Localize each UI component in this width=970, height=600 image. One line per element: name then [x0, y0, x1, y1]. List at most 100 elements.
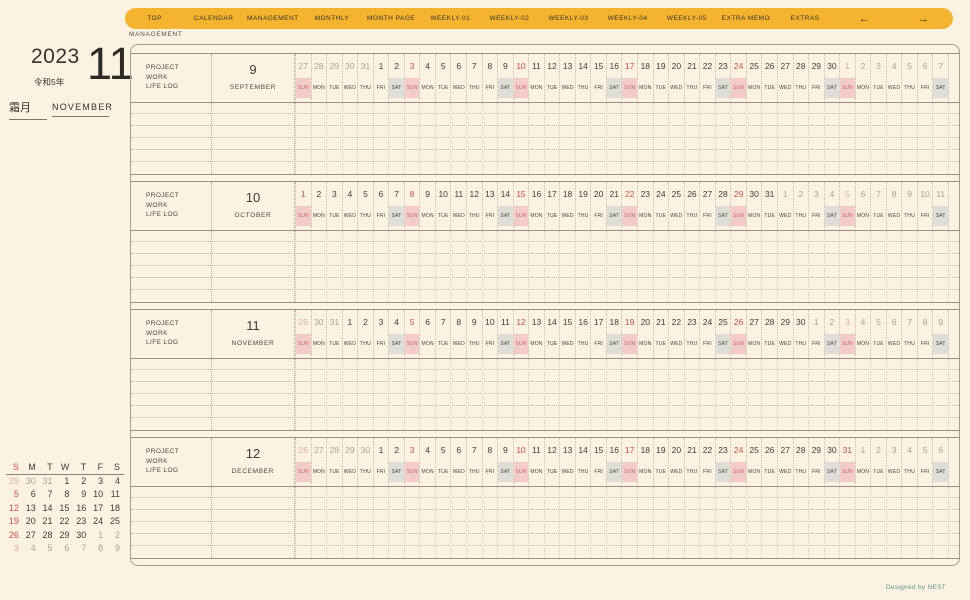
day-column: 30SAT — [825, 438, 841, 482]
weekday-label: SAT — [933, 334, 948, 354]
nav-tab-weekly-01[interactable]: WEEKLY-01 — [421, 15, 480, 22]
mini-calendar-day: 22 — [57, 515, 74, 528]
day-column: 28THU — [794, 438, 810, 482]
nav-arrow-right[interactable]: → — [894, 14, 953, 24]
mini-calendar-day: 21 — [40, 515, 57, 528]
weekday-label: SUN — [514, 462, 529, 482]
weekday-label: THU — [358, 206, 373, 226]
nav-tab-management[interactable]: MANAGEMENT — [243, 15, 302, 22]
day-number: 7 — [467, 438, 482, 462]
day-column: 9SAT — [498, 54, 514, 98]
weekday-label: FRI — [483, 206, 498, 226]
mini-calendar-day: 19 — [6, 515, 23, 528]
day-column: 22SUN — [622, 182, 638, 226]
mini-calendar-day: 16 — [73, 502, 90, 515]
weekday-label: FRI — [809, 206, 824, 226]
weekday-label: FRI — [918, 206, 933, 226]
weekday-label: SUN — [405, 78, 420, 98]
mini-calendar-day: 6 — [57, 542, 74, 555]
weekday-label: SAT — [607, 462, 622, 482]
grid-cell — [794, 226, 810, 302]
day-number: 2 — [312, 182, 327, 206]
day-number: 29 — [296, 310, 311, 334]
day-number: 4 — [887, 54, 902, 78]
day-number: 23 — [638, 182, 653, 206]
day-number: 5 — [871, 310, 886, 334]
day-number: 26 — [731, 310, 746, 334]
mini-calendar-day: 13 — [23, 502, 40, 515]
nav-tab-weekly-05[interactable]: WEEKLY-05 — [657, 15, 716, 22]
nav-tab-calendar[interactable]: CALENDAR — [184, 15, 243, 22]
day-number: 11 — [451, 182, 466, 206]
day-column: 1FRI — [374, 438, 390, 482]
day-column: 6MON — [856, 182, 872, 226]
day-number: 25 — [669, 182, 684, 206]
mini-calendar-week: 567891011 — [6, 488, 124, 501]
day-number: 13 — [560, 54, 575, 78]
grid-cell — [731, 482, 747, 558]
day-column: 9THU — [467, 310, 483, 354]
day-number: 11 — [498, 310, 513, 334]
weekday-label: FRI — [374, 206, 389, 226]
day-number: 6 — [420, 310, 435, 334]
grid-cell — [312, 482, 328, 558]
day-number: 5 — [436, 54, 451, 78]
grid-cell — [483, 354, 499, 430]
day-column: 1WED — [343, 310, 359, 354]
day-column: 8FRI — [483, 438, 499, 482]
day-number: 20 — [591, 182, 606, 206]
grid-cell — [405, 482, 421, 558]
day-number: 29 — [809, 54, 824, 78]
day-column: 20WED — [669, 438, 685, 482]
nav-tab-weekly-04[interactable]: WEEKLY-04 — [598, 15, 657, 22]
day-number: 19 — [622, 310, 637, 334]
day-column: 15SUN — [514, 182, 530, 226]
day-number: 19 — [576, 182, 591, 206]
weekday-label: SUN — [296, 334, 311, 354]
weekday-label: THU — [467, 78, 482, 98]
mini-calendar-week: 262728293012 — [6, 529, 124, 542]
day-column: 10SUN — [514, 54, 530, 98]
grid-cell — [389, 98, 405, 174]
grid-cell — [498, 354, 514, 430]
grid-cell — [483, 226, 499, 302]
grid-cell — [700, 98, 716, 174]
weekday-label: SAT — [389, 334, 404, 354]
weekday-label: MON — [747, 206, 762, 226]
nav-tab-monthly[interactable]: MONTHLY — [302, 15, 361, 22]
mini-calendar-day: 4 — [107, 475, 124, 488]
weekday-label: FRI — [700, 206, 715, 226]
month-title: 10OCTOBER — [212, 182, 295, 302]
grid-cell — [374, 226, 390, 302]
grid-cell — [560, 354, 576, 430]
mini-weekday-header: T — [40, 462, 57, 472]
day-number: 5 — [918, 438, 933, 462]
weekday-label: MON — [529, 206, 544, 226]
day-column: 5TUE — [436, 54, 452, 98]
day-number: 1 — [809, 310, 824, 334]
day-number: 19 — [654, 54, 669, 78]
mini-calendar-day: 17 — [90, 502, 107, 515]
nav-tab-weekly-02[interactable]: WEEKLY-02 — [480, 15, 539, 22]
nav-tab-top[interactable]: TOP — [125, 15, 184, 22]
nav-tab-extras[interactable]: EXTRAS — [776, 15, 835, 22]
day-column: 6FRI — [374, 182, 390, 226]
grid-cell — [809, 354, 825, 430]
weekday-label: FRI — [591, 206, 606, 226]
nav-tab-month-page[interactable]: MONTH PAGE — [362, 15, 421, 22]
weekday-label: THU — [685, 206, 700, 226]
nav-arrow-left[interactable]: ← — [835, 14, 894, 24]
day-number: 26 — [762, 54, 777, 78]
grid-cell — [327, 226, 343, 302]
weekday-label: WED — [887, 334, 902, 354]
nav-tab-weekly-03[interactable]: WEEKLY-03 — [539, 15, 598, 22]
day-column: 30THU — [358, 438, 374, 482]
grid-cell — [716, 482, 732, 558]
grid-cell — [638, 98, 654, 174]
day-column: 1FRI — [374, 54, 390, 98]
day-column: 2SAT — [389, 438, 405, 482]
weekday-label: WED — [669, 334, 684, 354]
day-column: 30WED — [343, 54, 359, 98]
day-number: 2 — [389, 54, 404, 78]
nav-tab-extra-memo[interactable]: EXTRA MEMO — [716, 15, 775, 22]
